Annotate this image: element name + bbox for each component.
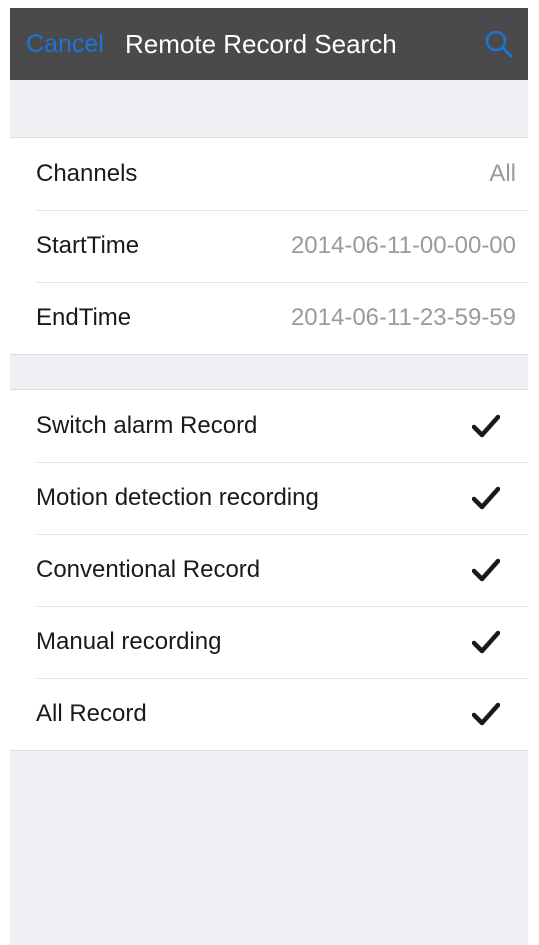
record-type-row[interactable]: Motion detection recording xyxy=(10,462,528,534)
cancel-button[interactable]: Cancel xyxy=(26,28,104,60)
start-time-value: 2014-06-11-00-00-00 xyxy=(290,232,516,259)
end-time-label: EndTime xyxy=(36,304,132,331)
end-time-row[interactable]: EndTime 2014-06-11-23-59-59 xyxy=(10,282,528,354)
record-type-row[interactable]: Conventional Record xyxy=(10,534,528,606)
record-type-group: Switch alarm Record Motion detection rec… xyxy=(10,389,528,751)
checkmark-icon xyxy=(472,486,500,510)
page-title: Remote Record Search xyxy=(125,29,397,59)
record-type-label: Motion detection recording xyxy=(36,484,319,511)
checkmark-icon xyxy=(472,630,500,654)
record-type-row[interactable]: Manual recording xyxy=(10,606,528,678)
record-type-label: All Record xyxy=(36,700,147,727)
start-time-row[interactable]: StartTime 2014-06-11-00-00-00 xyxy=(10,210,528,282)
record-type-row[interactable]: All Record xyxy=(10,678,528,750)
channels-row[interactable]: Channels All xyxy=(10,138,528,210)
end-time-value: 2014-06-11-23-59-59 xyxy=(290,304,516,331)
record-type-label: Switch alarm Record xyxy=(36,412,258,439)
record-type-label: Manual recording xyxy=(36,628,222,655)
navigation-bar: Cancel Remote Record Search xyxy=(10,8,528,80)
record-type-row[interactable]: Switch alarm Record xyxy=(10,390,528,462)
checkmark-icon xyxy=(472,702,500,726)
app-screen: Cancel Remote Record Search Channels All… xyxy=(10,8,528,945)
start-time-label: StartTime xyxy=(36,232,140,259)
checkmark-icon xyxy=(472,558,500,582)
channels-label: Channels xyxy=(36,160,138,187)
channels-value: All xyxy=(489,160,516,187)
search-icon xyxy=(485,30,513,58)
search-settings-group: Channels All StartTime 2014-06-11-00-00-… xyxy=(10,137,528,355)
record-type-label: Conventional Record xyxy=(36,556,261,583)
checkmark-icon xyxy=(472,414,500,438)
search-button[interactable] xyxy=(482,28,516,62)
